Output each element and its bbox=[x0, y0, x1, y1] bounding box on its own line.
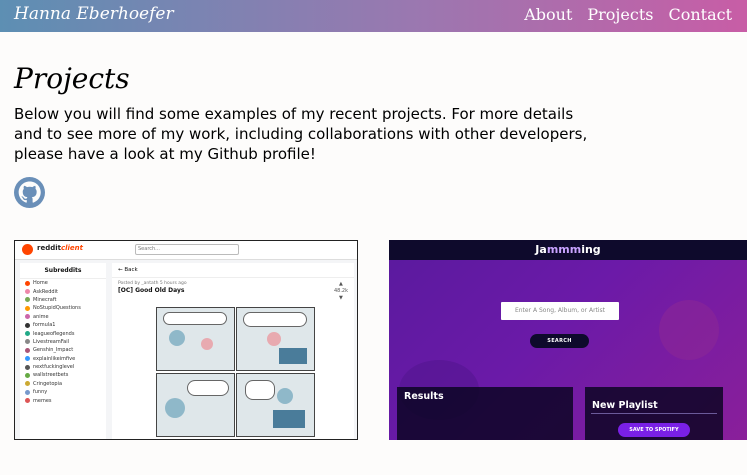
rc-subreddit-item: AskReddit bbox=[20, 287, 106, 295]
rc-vote-box: ▲ 48.2k ▼ bbox=[333, 281, 348, 301]
nav-link-about[interactable]: About bbox=[524, 5, 572, 24]
rc-search-input: Search... bbox=[135, 244, 239, 255]
rc-post-title: [OC] Good Old Days bbox=[118, 287, 185, 294]
rc-subreddit-item: memes bbox=[20, 396, 106, 404]
rc-post-view: ← Back Posted by _antath 5 hours ago [OC… bbox=[112, 263, 354, 439]
jm-header: Jammming bbox=[389, 240, 747, 260]
brand-link[interactable]: Hanna Eberhoefer bbox=[14, 4, 174, 24]
comic-panel bbox=[236, 307, 315, 371]
jm-playlist-title: New Playlist bbox=[592, 400, 658, 411]
reddit-logo-icon bbox=[22, 244, 33, 255]
rc-subreddit-item: Genshin_Impact bbox=[20, 346, 106, 354]
jm-results-title: Results bbox=[404, 391, 444, 402]
rc-subreddit-item: Minecraft bbox=[20, 296, 106, 304]
rc-subreddit-item: Home bbox=[20, 279, 106, 287]
rc-subreddit-item: wallstreetbets bbox=[20, 371, 106, 379]
rc-back-button: ← Back bbox=[112, 263, 354, 278]
jm-playlist-panel: New Playlist SAVE TO SPOTIFY bbox=[585, 387, 723, 440]
rc-subreddit-item: formula1 bbox=[20, 321, 106, 329]
jm-search-button: SEARCH bbox=[530, 334, 589, 348]
comic-panel bbox=[156, 373, 235, 437]
background-figure bbox=[659, 300, 719, 360]
rc-subreddit-item: funny bbox=[20, 388, 106, 396]
intro-text: Below you will find some examples of my … bbox=[14, 105, 588, 163]
nav-link-projects[interactable]: Projects bbox=[587, 5, 653, 24]
jm-logo: Jammming bbox=[535, 243, 601, 256]
project-card-jammming[interactable]: Jammming Enter A Song, Album, or Artist … bbox=[389, 240, 747, 440]
page-title: Projects bbox=[14, 62, 130, 95]
project-card-reddit-client[interactable]: redditclient Search... Subreddits Home A… bbox=[14, 240, 358, 440]
rc-subreddit-item: leagueoflegends bbox=[20, 329, 106, 337]
rc-subreddit-item: LivestreamFail bbox=[20, 338, 106, 346]
rc-subreddit-item: NoStupidQuestions bbox=[20, 304, 106, 312]
jm-playlist-divider bbox=[591, 413, 717, 414]
rc-subreddit-item: nextfuckinglevel bbox=[20, 363, 106, 371]
comic-panel bbox=[156, 307, 235, 371]
rc-posted-by: Posted by _antath 5 hours ago bbox=[118, 281, 187, 286]
rc-subreddit-item: anime bbox=[20, 313, 106, 321]
jm-results-panel: Results bbox=[397, 387, 573, 440]
jm-search-input: Enter A Song, Album, or Artist bbox=[501, 302, 619, 320]
rc-topbar: redditclient Search... bbox=[15, 241, 357, 260]
nav-link-contact[interactable]: Contact bbox=[668, 5, 732, 24]
rc-sidebar: Subreddits Home AskReddit Minecraft NoSt… bbox=[20, 263, 106, 439]
comic-panel bbox=[236, 373, 315, 437]
rc-subreddit-item: explainlikeimfive bbox=[20, 355, 106, 363]
nav-links: About Projects Contact bbox=[524, 5, 732, 24]
rc-sidebar-title: Subreddits bbox=[20, 263, 106, 279]
github-icon[interactable] bbox=[14, 177, 45, 208]
rc-subreddit-item: Cringetopia bbox=[20, 380, 106, 388]
navbar: Hanna Eberhoefer About Projects Contact bbox=[0, 0, 747, 32]
rc-brand: redditclient bbox=[37, 244, 83, 252]
jm-save-button: SAVE TO SPOTIFY bbox=[618, 423, 690, 437]
